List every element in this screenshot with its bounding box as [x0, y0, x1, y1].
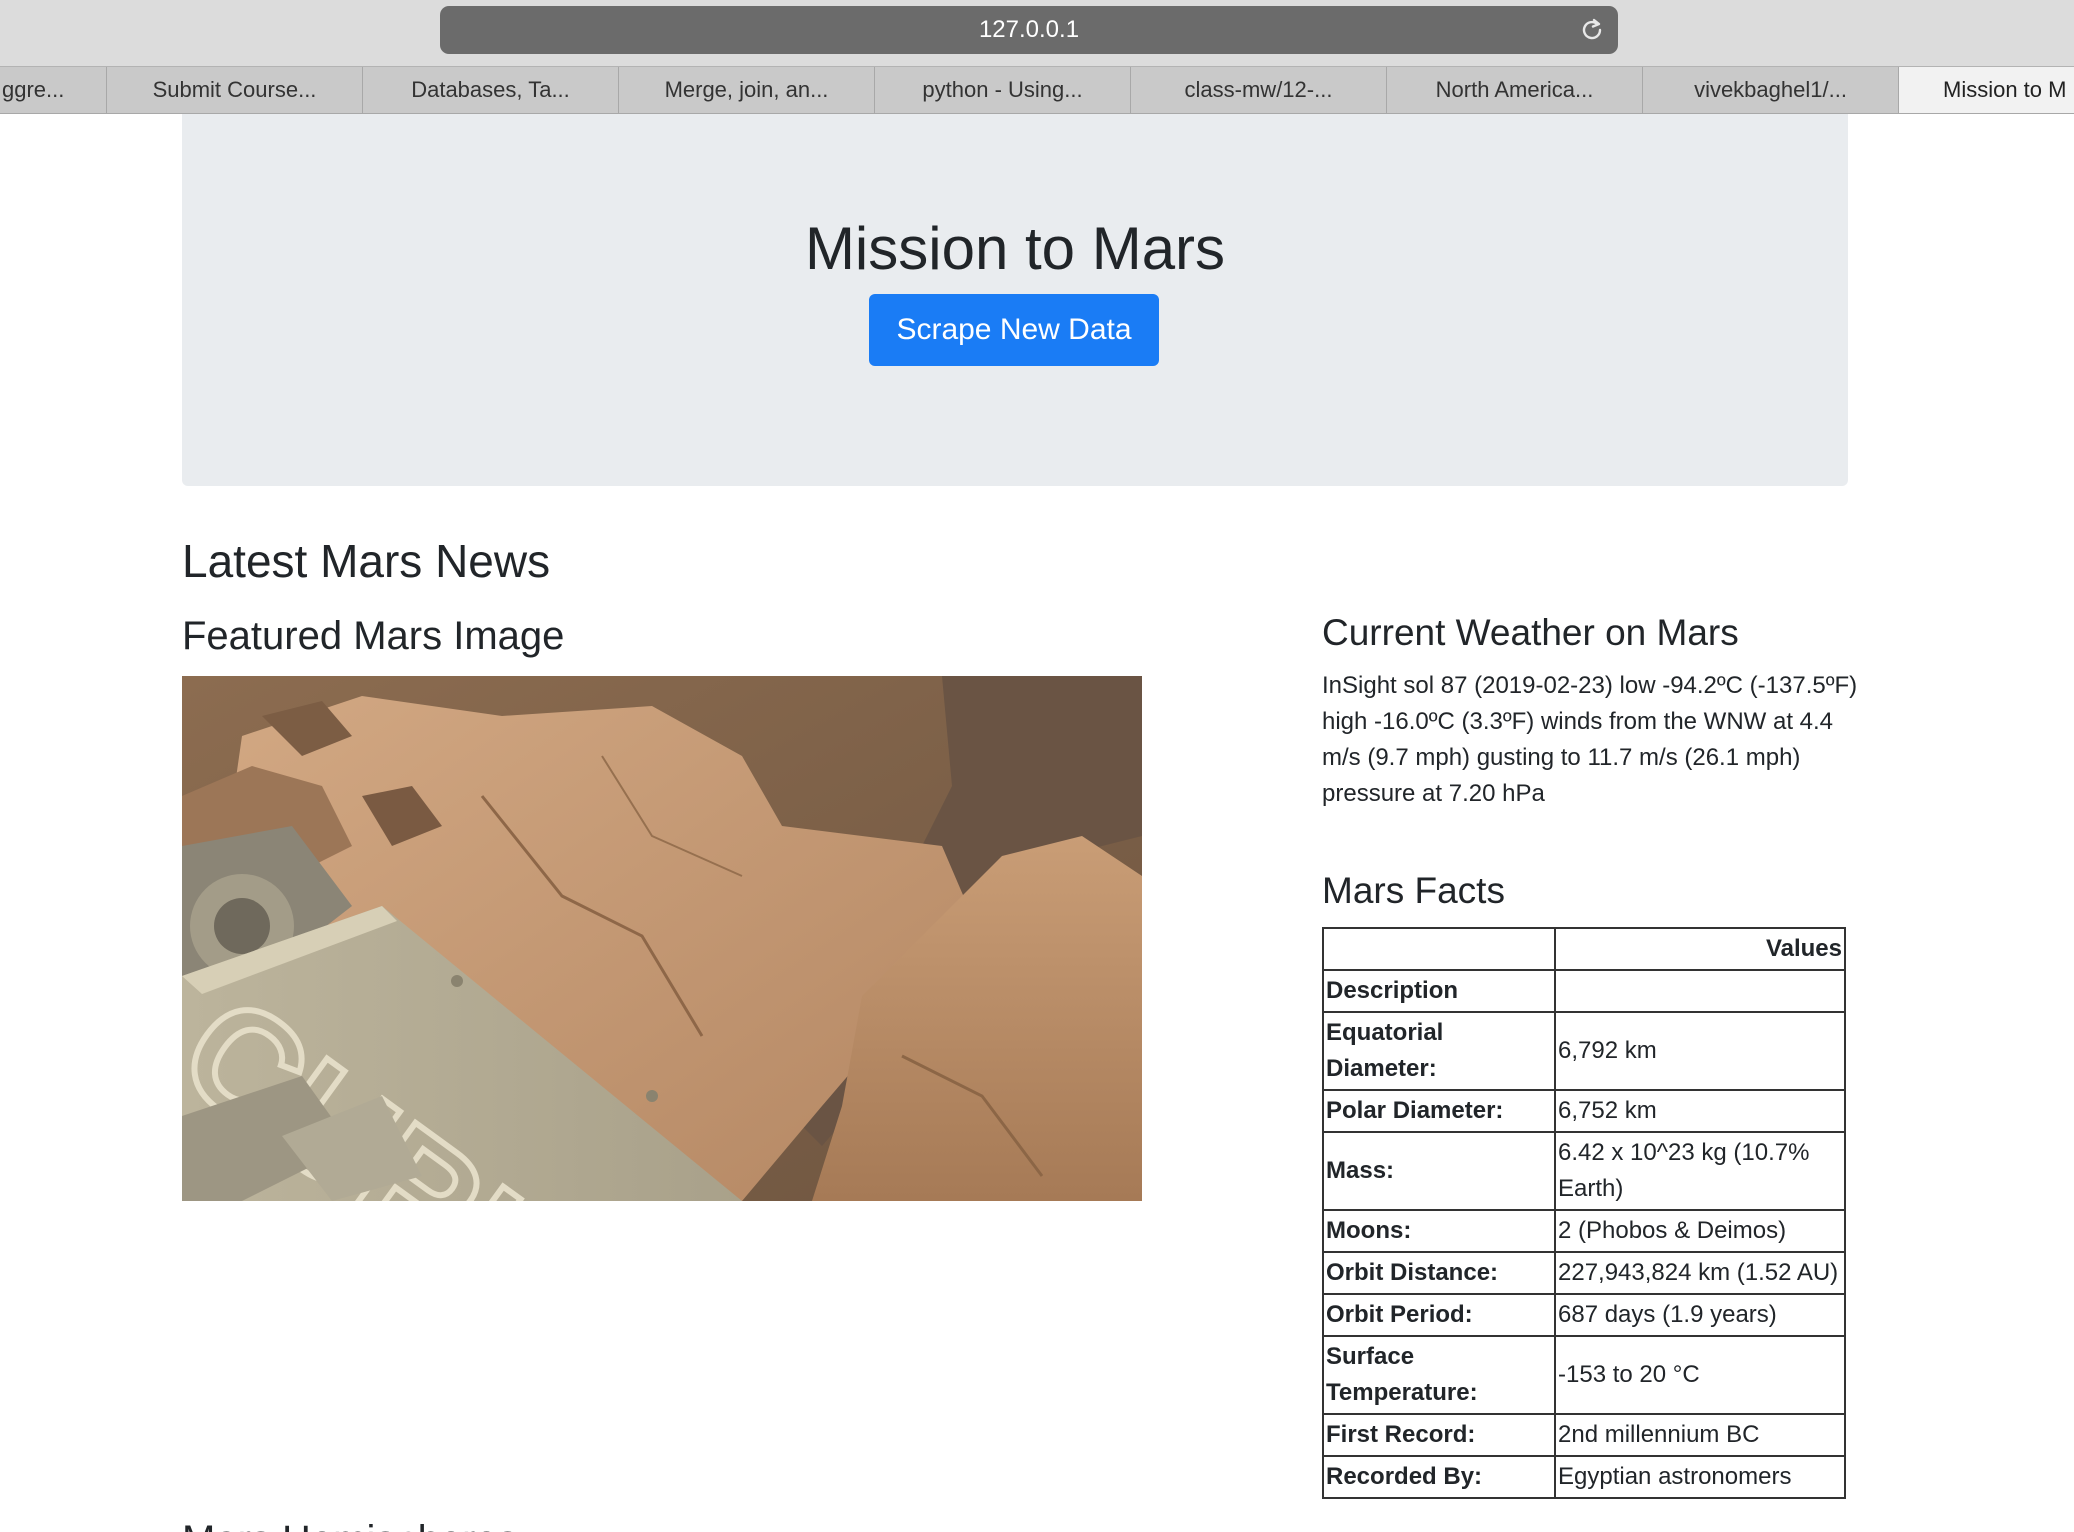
scrape-new-data-button[interactable]: Scrape New Data: [869, 294, 1159, 366]
weather-report: InSight sol 87 (2019-02-23) low -94.2ºC …: [1322, 672, 1858, 807]
index-label: Description: [1322, 969, 1556, 1013]
table-header-row: Values: [1322, 927, 1846, 971]
fact-label: Recorded By:: [1322, 1455, 1556, 1499]
table-row: First Record: 2nd millennium BC: [1322, 1413, 1846, 1457]
table-row: Mass: 6.42 x 10^23 kg (10.7% Earth): [1322, 1131, 1846, 1211]
tab-5[interactable]: python - Using...: [875, 67, 1131, 113]
tab-active-mission-to-mars[interactable]: Mission to M: [1899, 67, 2074, 113]
address-bar[interactable]: 127.0.0.1: [440, 6, 1618, 54]
mars-facts-heading: Mars Facts: [1322, 870, 1505, 911]
tab-2[interactable]: Submit Course...: [107, 67, 363, 113]
fact-label: Orbit Distance:: [1322, 1251, 1556, 1295]
fact-value: 2nd millennium BC: [1554, 1413, 1846, 1457]
fact-value: 2 (Phobos & Deimos): [1554, 1209, 1846, 1253]
tab-4[interactable]: Merge, join, an...: [619, 67, 875, 113]
browser-toolbar: 127.0.0.1: [0, 0, 2074, 66]
values-column-header: Values: [1554, 927, 1846, 971]
table-row: Recorded By: Egyptian astronomers: [1322, 1455, 1846, 1499]
tab-strip: ggre... Submit Course... Databases, Ta..…: [0, 66, 2074, 114]
tab-6[interactable]: class-mw/12-...: [1131, 67, 1387, 113]
table-row: Polar Diameter: 6,752 km: [1322, 1089, 1846, 1133]
table-row: Moons: 2 (Phobos & Deimos): [1322, 1209, 1846, 1253]
weather-heading: Current Weather on Mars: [1322, 612, 1739, 653]
fact-label: Moons:: [1322, 1209, 1556, 1253]
reload-icon[interactable]: [1578, 16, 1606, 44]
table-row: Surface Temperature: -153 to 20 °C: [1322, 1335, 1846, 1415]
fact-value: 6.42 x 10^23 kg (10.7% Earth): [1554, 1131, 1846, 1211]
tab-3[interactable]: Databases, Ta...: [363, 67, 619, 113]
tab-7[interactable]: North America...: [1387, 67, 1643, 113]
fact-label: Mass:: [1322, 1131, 1556, 1211]
latest-news-heading: Latest Mars News: [182, 535, 551, 587]
fact-value: -153 to 20 °C: [1554, 1335, 1846, 1415]
index-empty-cell: [1554, 969, 1846, 1013]
fact-label: Polar Diameter:: [1322, 1089, 1556, 1133]
table-row: Equatorial Diameter: 6,792 km: [1322, 1011, 1846, 1091]
tab-8[interactable]: vivekbaghel1/...: [1643, 67, 1899, 113]
fact-label: Orbit Period:: [1322, 1293, 1556, 1337]
address-text: 127.0.0.1: [978, 16, 1080, 43]
featured-mars-image: CURIOS: [182, 676, 1142, 1201]
index-row: Description: [1322, 969, 1846, 1013]
tab-1[interactable]: ggre...: [0, 67, 107, 113]
table-row: Orbit Period: 687 days (1.9 years): [1322, 1293, 1846, 1337]
fact-label: Surface Temperature:: [1322, 1335, 1556, 1415]
fact-value: 6,792 km: [1554, 1011, 1846, 1091]
fact-value: 687 days (1.9 years): [1554, 1293, 1846, 1337]
table-row: Orbit Distance: 227,943,824 km (1.52 AU): [1322, 1251, 1846, 1295]
page-title: Mission to Mars: [804, 215, 1226, 282]
fact-label: Equatorial Diameter:: [1322, 1011, 1556, 1091]
blank-header-cell: [1322, 927, 1556, 971]
fact-value: 6,752 km: [1554, 1089, 1846, 1133]
fact-label: First Record:: [1322, 1413, 1556, 1457]
mars-facts-table: Values Description Equatorial Diameter: …: [1322, 927, 1846, 1499]
jumbotron: Mission to Mars Scrape New Data: [182, 114, 1848, 486]
hemispheres-heading: Mars Hemispheres: [182, 1518, 518, 1532]
featured-image-heading: Featured Mars Image: [182, 614, 565, 658]
fact-value: Egyptian astronomers: [1554, 1455, 1846, 1499]
fact-value: 227,943,824 km (1.52 AU): [1554, 1251, 1846, 1295]
